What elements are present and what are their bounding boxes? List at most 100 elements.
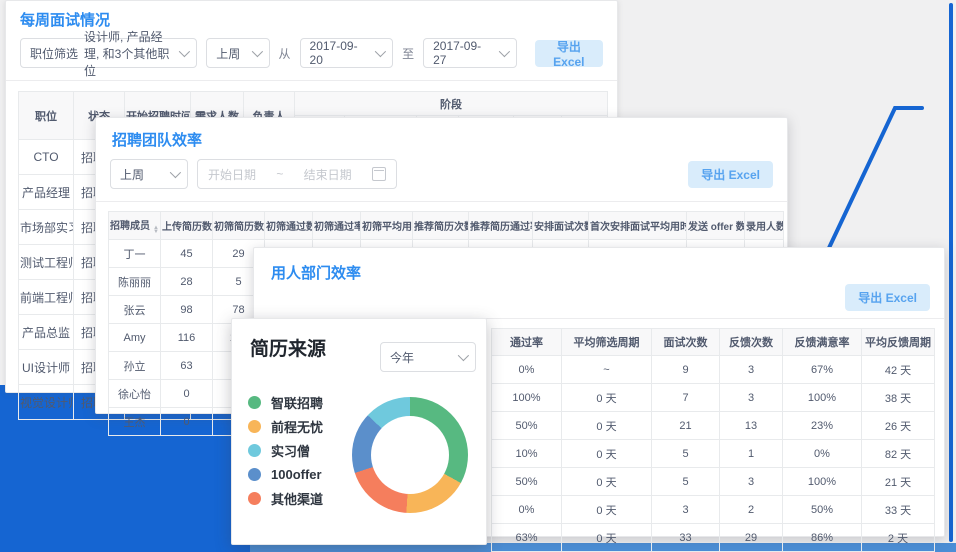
export-excel-button[interactable]: 导出 Excel (535, 40, 603, 67)
table-row: 0%~9367%42 天 (492, 356, 935, 384)
column-header: 平均反馈周期 (862, 329, 935, 356)
legend-color-dot (248, 468, 261, 481)
table-row: 50%0 天53100%21 天 (492, 468, 935, 496)
column-header: 初筛简历数 (213, 212, 265, 240)
table-row: 63%0 天332986%2 天 (492, 524, 935, 552)
period-select[interactable]: 上周 (206, 38, 269, 68)
column-header: 上传简历数 (161, 212, 213, 240)
date-to-select[interactable]: 2017-09-27 (423, 38, 517, 68)
table-cell: 0% (492, 356, 562, 384)
chevron-down-icon (170, 167, 181, 178)
legend-color-dot (248, 396, 261, 409)
position-filter-select[interactable]: 职位筛选 设计师, 产品经理, 和3个其他职位 (20, 38, 197, 68)
table-cell: 前端工程师 (19, 280, 74, 315)
chevron-down-icon (498, 46, 509, 57)
table-cell: 38 天 (862, 384, 935, 412)
table-cell: 1 (720, 440, 783, 468)
legend-item[interactable]: 前程无忧 (248, 414, 323, 438)
date-range-input[interactable]: 开始日期 ~ 结束日期 (197, 159, 397, 189)
table-cell: 50% (492, 468, 562, 496)
panel-title: 用人部门效率 (271, 265, 361, 282)
table-cell: 23% (783, 412, 862, 440)
table-cell: 82 天 (862, 440, 935, 468)
department-table: 通过率 平均筛选周期 面试次数 反馈次数 反馈满意率 平均反馈周期 0%~936… (491, 328, 935, 552)
column-header-sortable[interactable]: 招聘成员▲▼ (109, 212, 161, 240)
table-cell: 63 (161, 352, 213, 380)
column-header: 反馈满意率 (783, 329, 862, 356)
chart-legend: 智联招聘前程无忧实习僧 100offer 其他渠道 (248, 390, 323, 510)
column-header: 面试次数 (652, 329, 720, 356)
table-cell: 29 (720, 524, 783, 552)
table-cell: 视觉设计师 (19, 385, 74, 420)
period-select[interactable]: 上周 (110, 159, 188, 189)
table-cell: 28 (161, 268, 213, 296)
table-cell: 67% (783, 356, 862, 384)
table-row: 0%0 天3250%33 天 (492, 496, 935, 524)
table-cell: 3 (720, 384, 783, 412)
column-header: 初筛平均用时 (361, 212, 413, 240)
legend-label: 100offer (271, 467, 322, 482)
table-cell: 0 天 (562, 524, 652, 552)
legend-label: 智联招聘 (271, 393, 323, 412)
column-header: 初筛通过率 (313, 212, 361, 240)
header-row: 职位 状态 开始招聘时间 需求人数 负责人 阶段 (19, 92, 608, 116)
column-header: 初筛通过数 (265, 212, 313, 240)
legend-label: 前程无忧 (271, 417, 323, 436)
table-cell: 42 天 (862, 356, 935, 384)
table-cell: 0 (161, 408, 213, 436)
column-header: 平均筛选周期 (562, 329, 652, 356)
table-cell: 100% (783, 384, 862, 412)
table-cell: 徐心怡 (109, 380, 161, 408)
table-cell: 陈丽丽 (109, 268, 161, 296)
stage-group-header: 阶段 (295, 92, 608, 116)
table-cell: 市场部实习生 (19, 210, 74, 245)
table-cell: 3 (720, 468, 783, 496)
export-excel-button[interactable]: 导出 Excel (845, 284, 930, 311)
date-start-placeholder: 开始日期 (208, 166, 256, 183)
date-end-placeholder: 结束日期 (304, 166, 352, 183)
table-cell: 10% (492, 440, 562, 468)
column-header: 通过率 (492, 329, 562, 356)
table-cell: 86% (783, 524, 862, 552)
table-cell: 21 (652, 412, 720, 440)
table-cell: 33 天 (862, 496, 935, 524)
table-cell: 0% (783, 440, 862, 468)
chevron-down-icon (251, 46, 262, 57)
table-cell: 0 天 (562, 412, 652, 440)
table-row: 100%0 天73100%38 天 (492, 384, 935, 412)
panel-title: 招聘团队效率 (112, 132, 202, 149)
table-cell: 50% (783, 496, 862, 524)
column-header: 推荐简历通过率 (469, 212, 533, 240)
table-cell: 0 天 (562, 384, 652, 412)
table-cell: 7 (652, 384, 720, 412)
table-cell: 0% (492, 496, 562, 524)
table-cell: 产品经理 (19, 175, 74, 210)
table-row: 10%0 天510%82 天 (492, 440, 935, 468)
table-cell: 13 (720, 412, 783, 440)
legend-item[interactable]: 实习僧 (248, 438, 323, 462)
sort-icon[interactable]: ▲▼ (153, 226, 159, 234)
table-cell: 张云 (109, 296, 161, 324)
table-cell: 5 (652, 468, 720, 496)
from-label: 从 (279, 45, 291, 62)
column-header: 推荐简历次数 (413, 212, 469, 240)
legend-item[interactable]: 其他渠道 (248, 486, 323, 510)
table-cell: 98 (161, 296, 213, 324)
table-cell: 0 天 (562, 496, 652, 524)
table-cell: 9 (652, 356, 720, 384)
legend-item[interactable]: 100offer (248, 462, 323, 486)
column-header: 首次安排面试平均用时 (589, 212, 687, 240)
legend-label: 其他渠道 (271, 489, 323, 508)
column-header: 发送 offer 数量 (687, 212, 745, 240)
export-excel-button[interactable]: 导出 Excel (688, 161, 773, 188)
date-from-select[interactable]: 2017-09-20 (300, 38, 394, 68)
chevron-down-icon (375, 46, 386, 57)
table-cell: 26 天 (862, 412, 935, 440)
year-select[interactable]: 今年 (380, 342, 476, 372)
table-cell: 2 天 (862, 524, 935, 552)
table-cell: 3 (652, 496, 720, 524)
table-cell: 0 天 (562, 440, 652, 468)
table-cell: 100% (492, 384, 562, 412)
legend-item[interactable]: 智联招聘 (248, 390, 323, 414)
table-cell: 5 (652, 440, 720, 468)
